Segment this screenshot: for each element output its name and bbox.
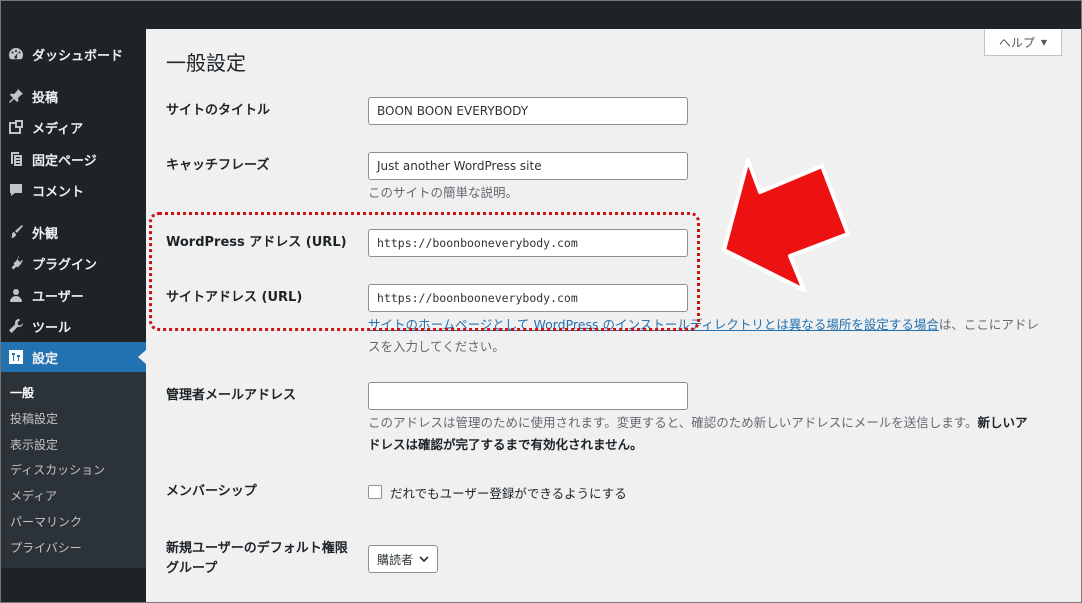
site-address-desc-text: は、ここにアドレ	[938, 317, 1039, 332]
sidebar-item-posts[interactable]: 投稿	[0, 81, 146, 111]
chevron-down-icon: ▼	[1040, 37, 1048, 47]
url-settings-highlight	[149, 212, 700, 331]
sidebar-item-label: 外観	[32, 226, 59, 242]
sidebar-item-label: 設定	[32, 351, 59, 367]
submenu-item-privacy[interactable]: プライバシー	[10, 539, 82, 556]
membership-label: メンバーシップ	[166, 484, 257, 499]
admin-email-desc-text: このアドレスは管理のために使用されます。変更すると、確認のため新しいアドレスにメ…	[368, 415, 978, 430]
sidebar-item-media[interactable]: メディア	[0, 112, 146, 142]
sidebar-item-tools[interactable]: ツール	[0, 311, 146, 341]
red-arrow-icon	[722, 158, 850, 292]
chevron-down-icon	[419, 556, 429, 563]
page-title: 一般設定	[166, 51, 246, 75]
site-title-input[interactable]: BOON BOON EVERYBODY	[368, 97, 688, 125]
user-icon	[8, 287, 24, 303]
help-label: ヘルプ	[998, 35, 1035, 50]
site-address-desc-text-2: スを入力してください。	[368, 339, 505, 354]
admin-email-description: このアドレスは管理のために使用されます。変更すると、確認のため新しいアドレスにメ…	[368, 412, 1068, 456]
admin-bar	[0, 0, 1082, 29]
tagline-label: キャッチフレーズ	[166, 158, 270, 173]
sidebar-item-label: メディア	[32, 121, 84, 137]
sidebar-item-users[interactable]: ユーザー	[0, 280, 146, 310]
brush-icon	[8, 224, 24, 240]
sidebar-item-label: ダッシュボード	[32, 48, 124, 64]
comment-icon	[8, 182, 24, 198]
dashboard-icon	[8, 46, 24, 62]
plugin-icon	[8, 255, 24, 271]
sidebar-item-label: コメント	[32, 184, 85, 200]
submenu-item-media[interactable]: メディア	[10, 487, 57, 504]
submenu-item-discussion[interactable]: ディスカッション	[10, 461, 105, 478]
wrench-icon	[8, 318, 24, 334]
sidebar-item-plugins[interactable]: プラグイン	[0, 248, 146, 278]
default-role-label: 新規ユーザーのデフォルト権限 グループ	[166, 539, 348, 579]
submenu-item-general[interactable]: 一般	[10, 384, 34, 401]
sidebar-item-settings[interactable]: 設定	[0, 342, 146, 372]
admin-email-desc-bold: 新しいア	[977, 415, 1028, 430]
default-role-label-line-1: 新規ユーザーのデフォルト権限	[166, 541, 348, 556]
membership-checkbox-label[interactable]: だれでもユーザー登録ができるようにする	[390, 483, 627, 502]
tagline-description: このサイトの簡単な説明。	[368, 185, 519, 200]
submenu-item-permalinks[interactable]: パーマリンク	[10, 513, 82, 530]
submenu-item-reading[interactable]: 表示設定	[10, 436, 58, 453]
admin-email-desc-bold-2: ドレスは確認が完了するまで有効化されません。	[368, 437, 643, 452]
default-role-label-line-2: グループ	[166, 561, 218, 576]
sidebar-item-label: 投稿	[32, 90, 59, 106]
admin-email-input[interactable]	[368, 382, 688, 410]
sidebar-item-label: ツール	[32, 320, 72, 336]
submenu-item-writing[interactable]: 投稿設定	[10, 410, 58, 427]
sidebar-item-comments[interactable]: コメント	[0, 175, 146, 205]
sidebar-item-label: 固定ページ	[32, 153, 97, 169]
sidebar-item-appearance[interactable]: 外観	[0, 217, 146, 247]
settings-icon	[8, 349, 24, 365]
help-button[interactable]: ヘルプ ▼	[984, 29, 1062, 56]
membership-checkbox[interactable]	[368, 485, 382, 499]
sidebar-item-label: プラグイン	[32, 257, 98, 273]
admin-email-label: 管理者メールアドレス	[166, 388, 297, 403]
default-role-select[interactable]: 購読者	[368, 545, 438, 573]
sidebar-item-pages[interactable]: 固定ページ	[0, 144, 146, 174]
tagline-input[interactable]: Just another WordPress site	[368, 152, 688, 180]
media-icon	[8, 119, 24, 135]
default-role-value: 購読者	[377, 552, 414, 567]
site-title-label: サイトのタイトル	[166, 103, 271, 118]
sidebar-item-label: ユーザー	[32, 289, 84, 305]
pin-icon	[8, 88, 24, 104]
sidebar-item-dashboard[interactable]: ダッシュボード	[0, 39, 146, 69]
page-icon	[8, 151, 24, 167]
